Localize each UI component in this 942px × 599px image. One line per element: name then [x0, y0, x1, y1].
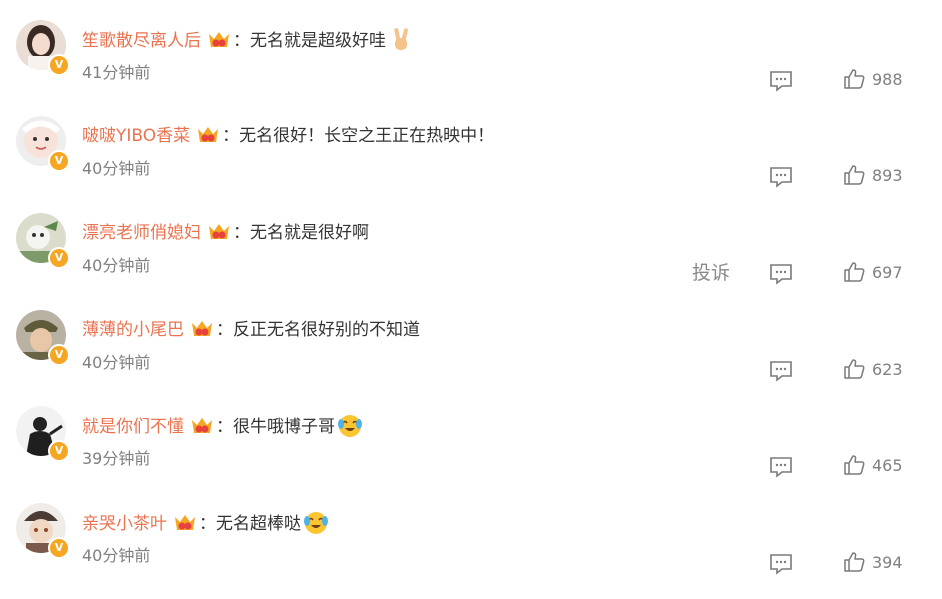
member-crown-icon	[192, 418, 212, 433]
comment-line: 薄薄的小尾巴 ：反正无名很好别的不知道	[82, 316, 420, 344]
comment-item: V 漂亮老师俏媳妇 ：无名就是很好啊 40分钟前 投诉 697	[0, 213, 942, 309]
colon-separator: ：	[222, 126, 240, 146]
thumbs-up-icon[interactable]	[843, 68, 865, 90]
thumbs-up-icon[interactable]	[843, 261, 865, 283]
colon-separator: ：	[216, 417, 233, 437]
username-link[interactable]: 就是你们不懂	[82, 417, 184, 437]
verified-badge-icon: V	[48, 440, 70, 462]
comment-time: 40分钟前	[82, 546, 151, 565]
comment-item: V 就是你们不懂 ：很牛哦博子哥 39分钟前 465	[0, 406, 942, 502]
comment-time: 40分钟前	[82, 159, 151, 178]
verified-badge-icon: V	[48, 537, 70, 559]
comment-text: 无名就是很好啊	[250, 223, 369, 243]
comment-reply-icon[interactable]	[769, 70, 793, 92]
member-crown-icon	[175, 515, 195, 530]
like-count: 893	[872, 166, 903, 185]
comment-line: 漂亮老师俏媳妇 ：无名就是很好啊	[82, 219, 369, 247]
thumbs-up-icon[interactable]	[843, 164, 865, 186]
thumbs-up-icon[interactable]	[843, 551, 865, 573]
comment-reply-icon[interactable]	[769, 166, 793, 188]
verified-badge-icon: V	[48, 150, 70, 172]
comment-text: 反正无名很好别的不知道	[233, 320, 420, 340]
comment-text: 无名就是超级好哇	[250, 31, 386, 51]
comment-time: 41分钟前	[82, 63, 151, 82]
username-link[interactable]: 漂亮老师俏媳妇	[82, 223, 201, 243]
comment-item: V 亲哭小茶叶 ：无名超棒哒 40分钟前 394	[0, 503, 942, 599]
like-count: 988	[872, 70, 903, 89]
thumbs-up-icon[interactable]	[843, 358, 865, 380]
comment-time: 40分钟前	[82, 256, 151, 275]
like-count: 394	[872, 553, 903, 572]
comment-text: 无名很好！长空之王正在热映中！	[239, 126, 495, 146]
like-count: 465	[872, 456, 903, 475]
comment-reply-icon[interactable]	[769, 360, 793, 382]
like-count: 697	[872, 263, 903, 282]
member-crown-icon	[209, 224, 229, 239]
comment-text: 很牛哦博子哥	[233, 417, 335, 437]
verified-badge-icon: V	[48, 247, 70, 269]
colon-separator: ：	[216, 320, 233, 340]
comment-time: 39分钟前	[82, 449, 151, 468]
verified-badge-icon: V	[48, 54, 70, 76]
comment-reply-icon[interactable]	[769, 263, 793, 285]
colon-separator: ：	[199, 514, 216, 534]
comment-line: 亲哭小茶叶 ：无名超棒哒	[82, 509, 329, 537]
username-link[interactable]: 啵啵YIBO香菜	[82, 126, 190, 146]
colon-separator: ：	[233, 31, 250, 51]
member-crown-icon	[198, 127, 219, 142]
username-link[interactable]: 亲哭小茶叶	[82, 514, 167, 534]
comment-line: 啵啵YIBO香菜 ：无名很好！长空之王正在热映中！	[82, 122, 494, 150]
username-link[interactable]: 笙歌散尽离人后	[82, 31, 201, 51]
member-crown-icon	[209, 32, 229, 47]
comment-text: 无名超棒哒	[216, 514, 301, 534]
member-crown-icon	[192, 321, 212, 336]
like-count: 623	[872, 360, 903, 379]
comment-reply-icon[interactable]	[769, 456, 793, 478]
victory-hand-emoji-icon	[394, 28, 408, 50]
comment-item: V 薄薄的小尾巴 ：反正无名很好别的不知道 40分钟前 623	[0, 310, 942, 406]
comment-reply-icon[interactable]	[769, 553, 793, 575]
crying-laughing-emoji-icon	[338, 415, 362, 437]
report-link[interactable]: 投诉	[692, 260, 730, 286]
comment-line: 就是你们不懂 ：很牛哦博子哥	[82, 412, 363, 440]
verified-badge-icon: V	[48, 344, 70, 366]
comment-item: V 笙歌散尽离人后 ：无名就是超级好哇 41分钟前 988	[0, 20, 942, 116]
colon-separator: ：	[233, 223, 250, 243]
thumbs-up-icon[interactable]	[843, 454, 865, 476]
crying-laughing-emoji-icon	[304, 512, 328, 534]
username-link[interactable]: 薄薄的小尾巴	[82, 320, 184, 340]
comment-item: V 啵啵YIBO香菜 ：无名很好！长空之王正在热映中！ 40分钟前 893	[0, 116, 942, 212]
comment-time: 40分钟前	[82, 353, 151, 372]
comment-line: 笙歌散尽离人后 ：无名就是超级好哇	[82, 26, 414, 54]
